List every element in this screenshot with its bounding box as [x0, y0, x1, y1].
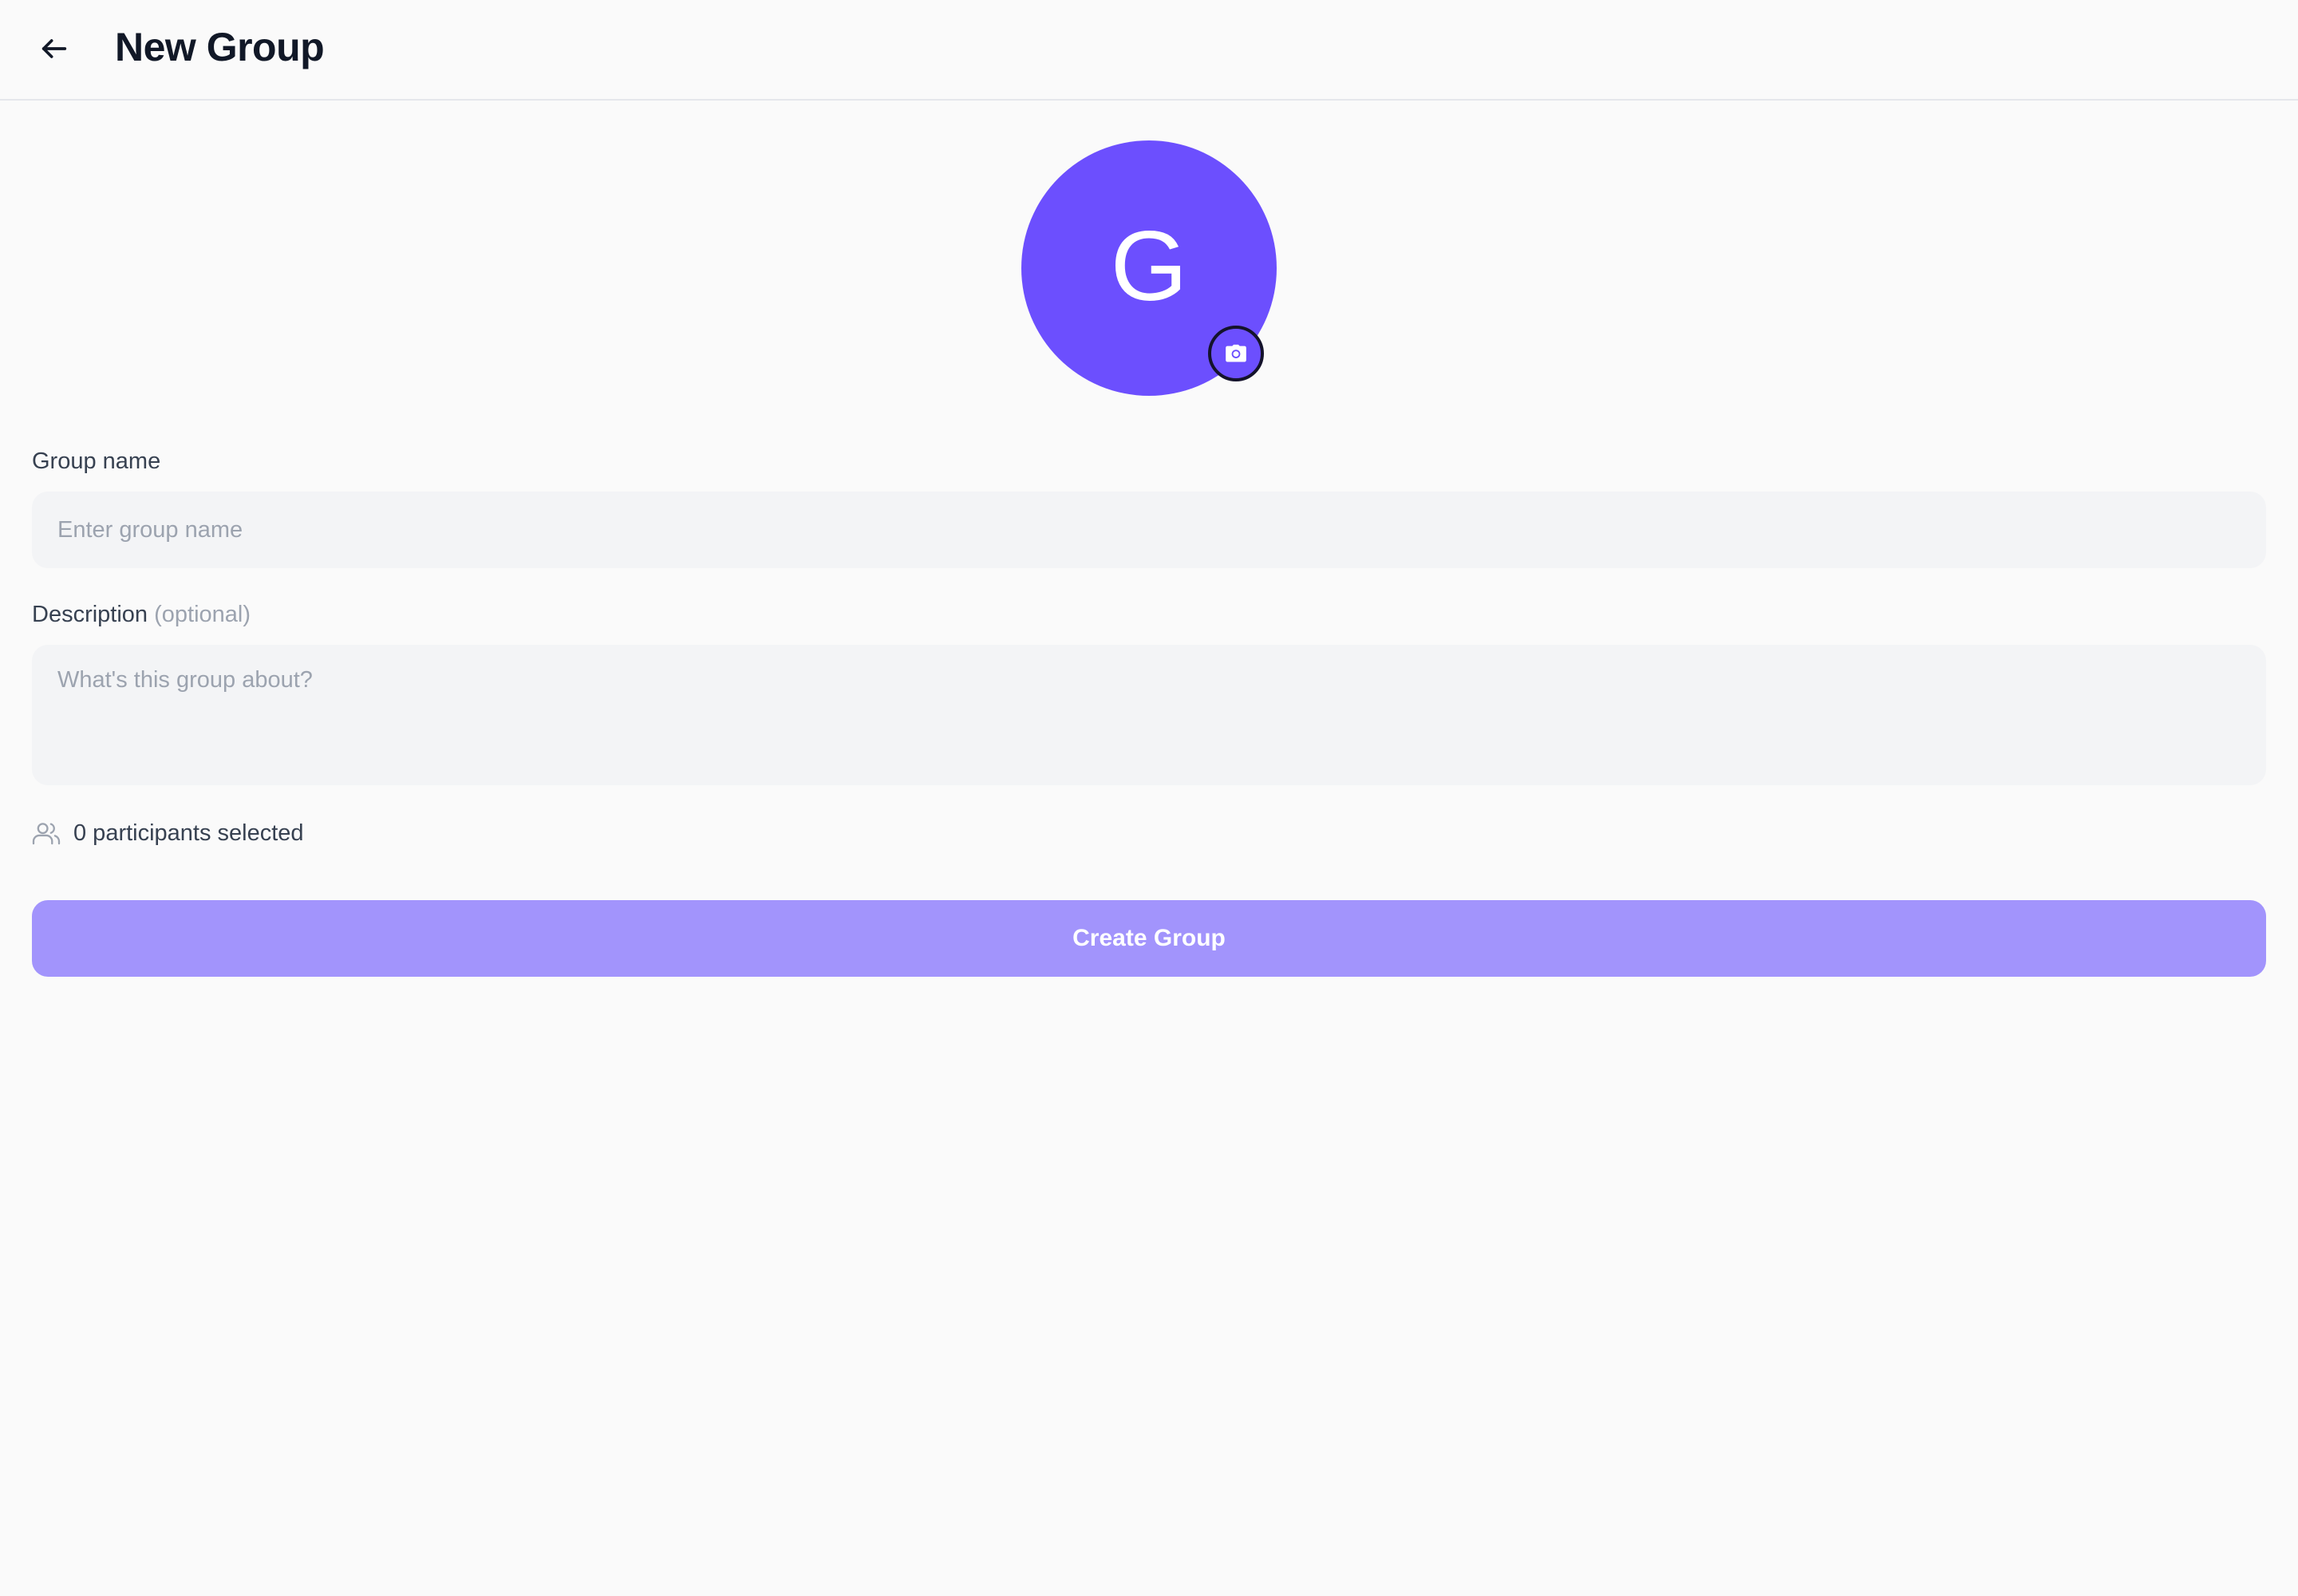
avatar-initial: G: [1110, 211, 1188, 322]
create-group-button[interactable]: Create Group: [32, 900, 2266, 977]
app-header: New Group: [0, 0, 2298, 101]
participants-count-text: 0 participants selected: [73, 820, 304, 846]
description-field[interactable]: [32, 645, 2266, 785]
arrow-left-icon: [41, 39, 67, 58]
group-name-label-text: Group name: [32, 448, 161, 474]
page-title: New Group: [115, 25, 325, 69]
change-photo-button[interactable]: [1208, 326, 1264, 381]
camera-icon: [1226, 344, 1246, 362]
participants-count: 0 participants selected: [32, 817, 304, 849]
description-optional-label: (optional): [154, 602, 251, 627]
back-button[interactable]: [32, 26, 77, 71]
description-label-text: Description: [32, 602, 148, 627]
users-icon: [32, 823, 61, 845]
group-name-label: Group name: [32, 448, 160, 475]
description-label: Description (optional): [32, 602, 251, 628]
group-name-input[interactable]: [32, 492, 2266, 568]
